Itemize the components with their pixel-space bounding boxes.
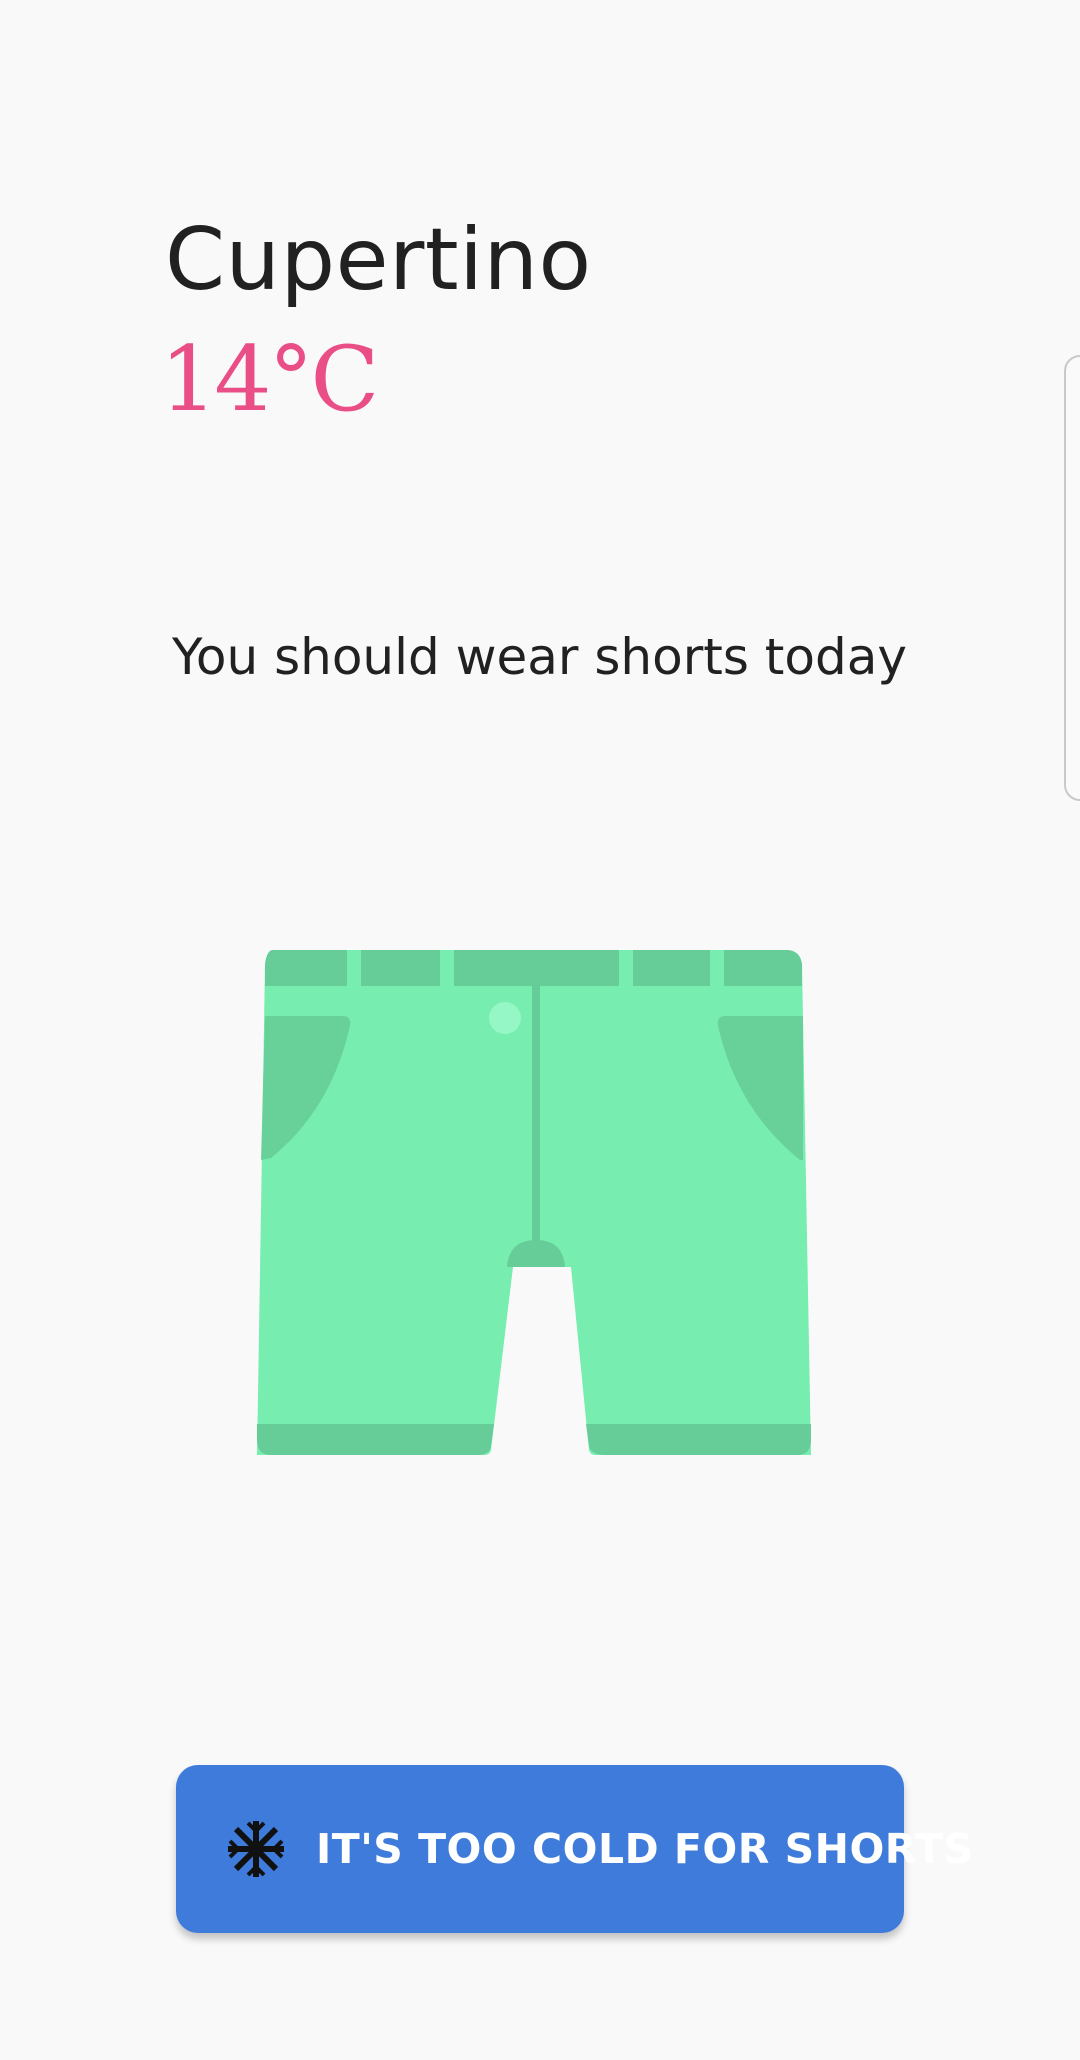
- right-hem: [586, 1424, 811, 1455]
- belt-loop: [440, 950, 454, 986]
- fly-seam: [532, 986, 540, 1250]
- belt-loop: [619, 950, 633, 986]
- app-screen: Cupertino 14°C You should wear shorts to…: [0, 0, 1080, 2060]
- shorts-icon: [257, 950, 811, 1455]
- left-hem: [257, 1424, 494, 1455]
- snowflake-icon: [228, 1821, 284, 1877]
- belt-loop: [347, 950, 361, 986]
- edge-panel-handle[interactable]: [1064, 355, 1080, 801]
- temperature-value: 14°C: [160, 327, 379, 432]
- too-cold-button[interactable]: IT'S TOO COLD FOR SHORTS: [176, 1765, 973, 1933]
- shorts-button: [489, 1002, 521, 1034]
- too-cold-button-label: IT'S TOO COLD FOR SHORTS: [316, 1825, 974, 1873]
- recommendation-text: You should wear shorts today: [172, 628, 907, 686]
- city-name: Cupertino: [165, 210, 592, 310]
- belt-loop: [710, 950, 724, 986]
